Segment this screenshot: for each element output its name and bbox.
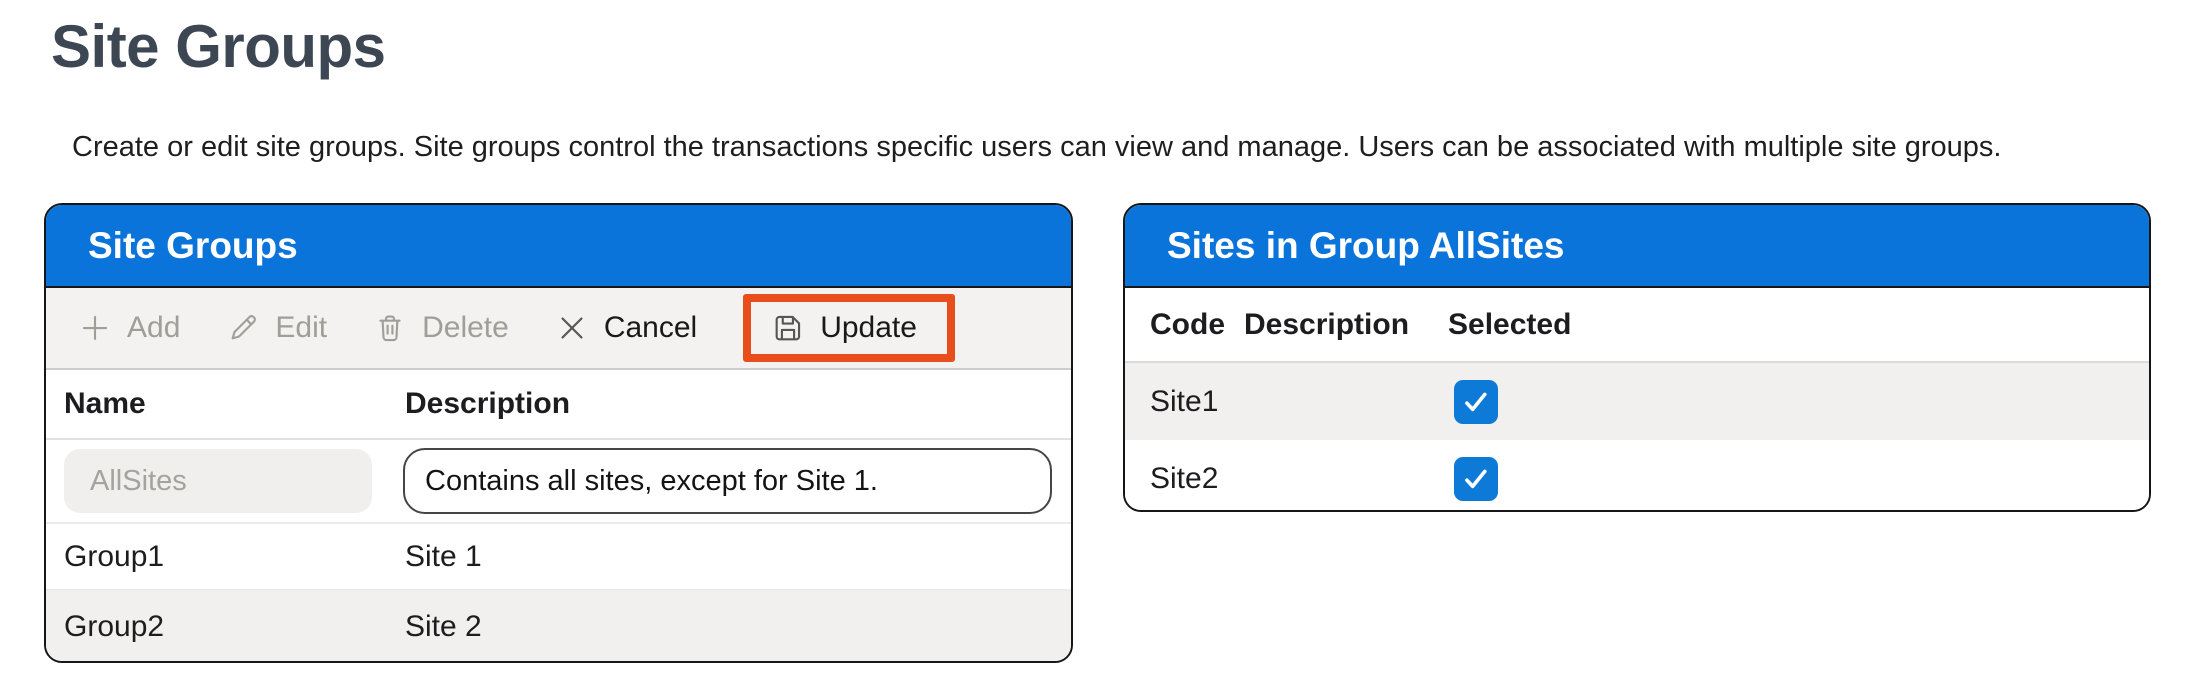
page-description: Create or edit site groups. Site groups … [72,131,2001,164]
group-name-cell: Group1 [46,540,405,574]
cancel-button-label: Cancel [604,311,697,345]
code-column-header: Code [1125,308,1244,342]
checkmark-icon [1460,463,1492,495]
table-row-site1[interactable]: Site1 [1125,363,2149,440]
update-button[interactable]: Update [771,311,917,345]
save-icon [771,311,805,345]
update-highlight-box: Update [743,294,955,362]
pencil-icon [226,311,260,345]
description-column-header: Description [405,387,1071,421]
selected-checkbox[interactable] [1454,457,1498,501]
group-name-cell: Group2 [46,610,405,644]
selected-column-header: Selected [1448,308,2149,342]
sites-in-group-panel-title: Sites in Group AllSites [1167,225,1564,267]
edit-button-label: Edit [275,311,327,345]
selected-checkbox[interactable] [1454,380,1498,424]
site-groups-toolbar: Add Edit Delete Cancel Up [46,288,1071,370]
site-groups-panel-title: Site Groups [88,225,298,267]
x-icon [555,311,589,345]
description-column-header: Description [1244,308,1448,342]
name-column-header: Name [46,387,405,421]
site-groups-panel: Site Groups Add Edit Delete Cancel [44,203,1073,663]
add-button-label: Add [127,311,180,345]
checkmark-icon [1460,386,1492,418]
update-button-label: Update [820,311,917,345]
site-groups-table-header: Name Description [46,370,1071,440]
add-button[interactable]: Add [78,311,180,345]
site-groups-panel-header: Site Groups [46,205,1071,288]
group-description-cell: Site 1 [405,540,1071,574]
group-description-cell: Site 2 [405,610,1071,644]
delete-button[interactable]: Delete [373,311,509,345]
table-row-group1[interactable]: Group1 Site 1 [46,524,1071,591]
cancel-button[interactable]: Cancel [555,311,697,345]
edit-row-allsites [46,440,1071,524]
sites-in-group-panel-header: Sites in Group AllSites [1125,205,2149,288]
table-row-site2[interactable]: Site2 [1125,440,2149,512]
sites-in-group-panel: Sites in Group AllSites Code Description… [1123,203,2151,512]
plus-icon [78,311,112,345]
page-title: Site Groups [51,12,386,81]
table-row-group2[interactable]: Group2 Site 2 [46,591,1071,663]
sites-table-header: Code Description Selected [1125,288,2149,363]
name-input[interactable] [64,449,372,513]
trash-icon [373,311,407,345]
description-input[interactable] [403,448,1052,514]
delete-button-label: Delete [422,311,509,345]
site-code-cell: Site1 [1125,385,1244,419]
site-code-cell: Site2 [1125,462,1244,496]
edit-button[interactable]: Edit [226,311,327,345]
